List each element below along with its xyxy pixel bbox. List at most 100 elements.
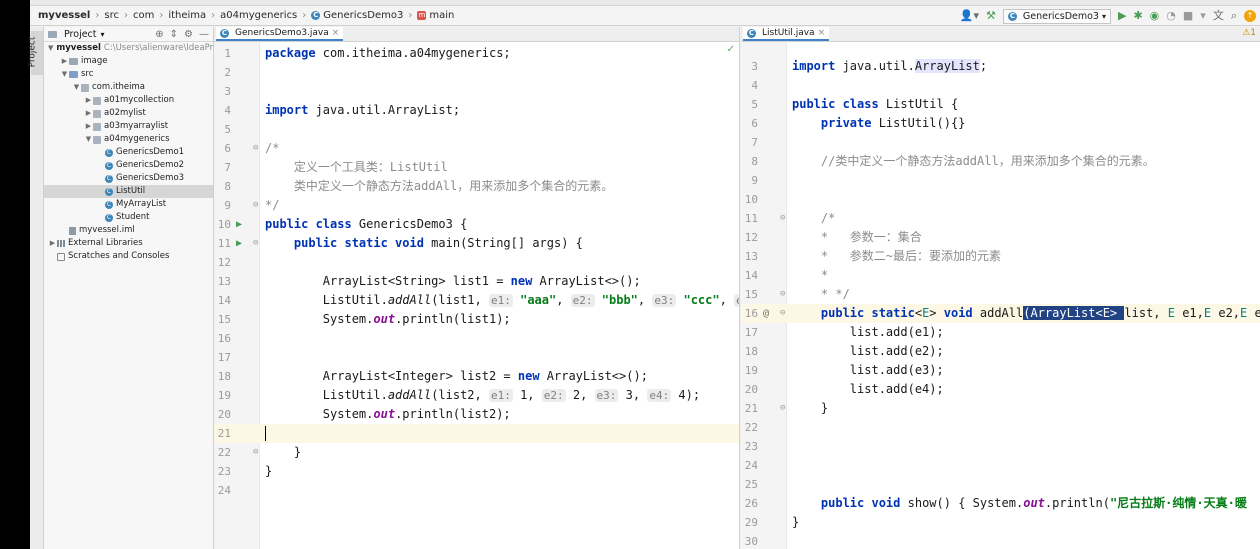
- tree-item[interactable]: ▼ myvessel C:\Users\alienware\IdeaPro: [44, 42, 213, 55]
- code-line[interactable]: 24: [741, 456, 1260, 475]
- code-line[interactable]: 8 //类中定义一个静态方法addAll，用来添加多个集合的元素。: [741, 152, 1260, 171]
- code-line[interactable]: 11 ▶ ⊖ public static void main(String[] ar…: [214, 234, 739, 253]
- code-line[interactable]: 15 ⊖ * */: [741, 285, 1260, 304]
- code-line[interactable]: 13 ArrayList<String> list1 = new ArrayLi…: [214, 272, 739, 291]
- run-icon[interactable]: ▶: [1118, 6, 1126, 26]
- chevron-down-icon[interactable]: ▼: [84, 133, 93, 146]
- tree-item[interactable]: ▼ a04mygenerics: [44, 133, 213, 146]
- tree-item[interactable]: ▶ a01mycollection: [44, 94, 213, 107]
- chevron-right-icon[interactable]: ▶: [60, 55, 69, 68]
- close-icon[interactable]: ×: [332, 28, 340, 38]
- code-line[interactable]: 24: [214, 481, 739, 500]
- chevron-right-icon[interactable]: ▶: [84, 107, 93, 120]
- code-line[interactable]: 5: [214, 120, 739, 139]
- gear-icon[interactable]: ⚙: [184, 29, 193, 40]
- tree-item[interactable]: ▼ com.itheima: [44, 81, 213, 94]
- code-line[interactable]: 15 System.out.println(list1);: [214, 310, 739, 329]
- code-line[interactable]: 22 ⊖ }: [214, 443, 739, 462]
- code-line[interactable]: 16 @ ⊖ public static<E> void addAll(ArrayL…: [741, 304, 1260, 323]
- code-line[interactable]: 6 private ListUtil(){}: [741, 114, 1260, 133]
- code-line[interactable]: 6 ⊖ /*: [214, 139, 739, 158]
- code-line[interactable]: 3: [214, 82, 739, 101]
- tree-item[interactable]: C MyArrayList: [44, 198, 213, 211]
- code-area[interactable]: ✓ 1 package com.itheima.a04mygenerics; 2 3 4…: [214, 42, 739, 549]
- coverage-icon[interactable]: ◉: [1150, 6, 1160, 26]
- code-line[interactable]: 14 *: [741, 266, 1260, 285]
- fold-icon[interactable]: ⊖: [253, 234, 258, 253]
- update-icon[interactable]: ↑: [1244, 10, 1256, 22]
- code-line[interactable]: 22: [741, 418, 1260, 437]
- code-line[interactable]: 4 import java.util.ArrayList;: [214, 101, 739, 120]
- fold-icon[interactable]: ⊖: [253, 139, 258, 158]
- tree-item[interactable]: C GenericsDemo3: [44, 172, 213, 185]
- chevron-right-icon[interactable]: ▶: [84, 120, 93, 133]
- code-area[interactable]: 3 import java.util.ArrayList; 4 5 public cla…: [741, 42, 1260, 549]
- tree-item[interactable]: ▼ src: [44, 68, 213, 81]
- run-gutter-icon[interactable]: ▶: [236, 215, 242, 234]
- code-line[interactable]: 29}: [741, 513, 1260, 532]
- breadcrumb-item[interactable]: GenericsDemo3: [323, 10, 403, 21]
- code-line[interactable]: 23: [741, 437, 1260, 456]
- code-line[interactable]: 26 public void show() { System.out.print…: [741, 494, 1260, 513]
- code-line[interactable]: 20 list.add(e4);: [741, 380, 1260, 399]
- translate-icon[interactable]: 文: [1213, 6, 1224, 26]
- tree-item[interactable]: C GenericsDemo2: [44, 159, 213, 172]
- code-line[interactable]: 23}: [214, 462, 739, 481]
- code-line[interactable]: 17 list.add(e1);: [741, 323, 1260, 342]
- tree-item[interactable]: C ListUtil: [44, 185, 213, 198]
- stop-icon[interactable]: ■: [1183, 6, 1193, 26]
- code-line[interactable]: 25: [741, 475, 1260, 494]
- minimize-icon[interactable]: —: [199, 29, 209, 40]
- tree-item[interactable]: ▶ a03myarraylist: [44, 120, 213, 133]
- tree-item[interactable]: C GenericsDemo1: [44, 146, 213, 159]
- project-tool-tab[interactable]: Project: [27, 31, 43, 75]
- fold-icon[interactable]: ⊖: [780, 285, 785, 304]
- code-line[interactable]: 12 * 参数一：集合: [741, 228, 1260, 247]
- tree-item[interactable]: C Student: [44, 211, 213, 224]
- code-line[interactable]: 10 ▶ public class GenericsDemo3 {: [214, 215, 739, 234]
- breadcrumb-item[interactable]: itheima: [168, 10, 206, 21]
- chevron-down-icon[interactable]: ▼: [48, 42, 53, 55]
- code-line[interactable]: 11 ⊖ /*: [741, 209, 1260, 228]
- chevron-down-icon[interactable]: ▼: [60, 68, 69, 81]
- code-line[interactable]: 7 定义一个工具类：ListUtil: [214, 158, 739, 177]
- warning-count[interactable]: ⚠1: [1242, 28, 1256, 38]
- fold-icon[interactable]: ⊖: [253, 443, 258, 462]
- code-line[interactable]: 7: [741, 133, 1260, 152]
- fold-icon[interactable]: ⊖: [780, 399, 785, 418]
- code-line[interactable]: 12: [214, 253, 739, 272]
- project-view-select[interactable]: Project: [64, 29, 97, 40]
- code-line[interactable]: 18 ArrayList<Integer> list2 = new ArrayL…: [214, 367, 739, 386]
- code-line[interactable]: 1 package com.itheima.a04mygenerics;: [214, 44, 739, 63]
- tree-item[interactable]: Scratches and Consoles: [44, 250, 213, 263]
- close-icon[interactable]: ×: [818, 28, 826, 38]
- chevron-down-icon[interactable]: ▼: [72, 81, 81, 94]
- code-line[interactable]: 19 ListUtil.addAll(list2, e1: 1, e2: 2, …: [214, 386, 739, 405]
- tree-item[interactable]: ▶ a02mylist: [44, 107, 213, 120]
- tab-listutil[interactable]: C ListUtil.java ×: [743, 27, 830, 41]
- code-line[interactable]: 9: [741, 171, 1260, 190]
- chevron-right-icon[interactable]: ▶: [84, 94, 93, 107]
- code-line[interactable]: 21: [214, 424, 739, 443]
- fold-icon[interactable]: ⊖: [780, 209, 785, 228]
- code-line[interactable]: 8 类中定义一个静态方法addAll，用来添加多个集合的元素。: [214, 177, 739, 196]
- breadcrumb-item[interactable]: src: [104, 10, 119, 21]
- debug-icon[interactable]: ✱: [1133, 6, 1142, 26]
- code-line[interactable]: 14 ListUtil.addAll(list1, e1: "aaa", e2:…: [214, 291, 739, 310]
- search-icon[interactable]: ⌕: [1231, 6, 1237, 26]
- run-configuration-select[interactable]: C GenericsDemo3 ▾: [1002, 8, 1111, 24]
- breadcrumb-item[interactable]: a04mygenerics: [220, 10, 297, 21]
- code-line[interactable]: 16: [214, 329, 739, 348]
- code-line[interactable]: 10: [741, 190, 1260, 209]
- code-line[interactable]: 9 ⊖ */: [214, 196, 739, 215]
- code-line[interactable]: 4: [741, 76, 1260, 95]
- chevron-right-icon[interactable]: ▶: [48, 237, 57, 250]
- tree-item[interactable]: ▶ image: [44, 55, 213, 68]
- breadcrumb-item[interactable]: main: [429, 10, 454, 21]
- run-gutter-icon[interactable]: ▶: [236, 234, 242, 253]
- tree-item[interactable]: myvessel.iml: [44, 224, 213, 237]
- code-line[interactable]: 30: [741, 532, 1260, 549]
- code-line[interactable]: 2: [214, 63, 739, 82]
- fold-icon[interactable]: ⊖: [780, 304, 785, 323]
- code-line[interactable]: 21 ⊖ }: [741, 399, 1260, 418]
